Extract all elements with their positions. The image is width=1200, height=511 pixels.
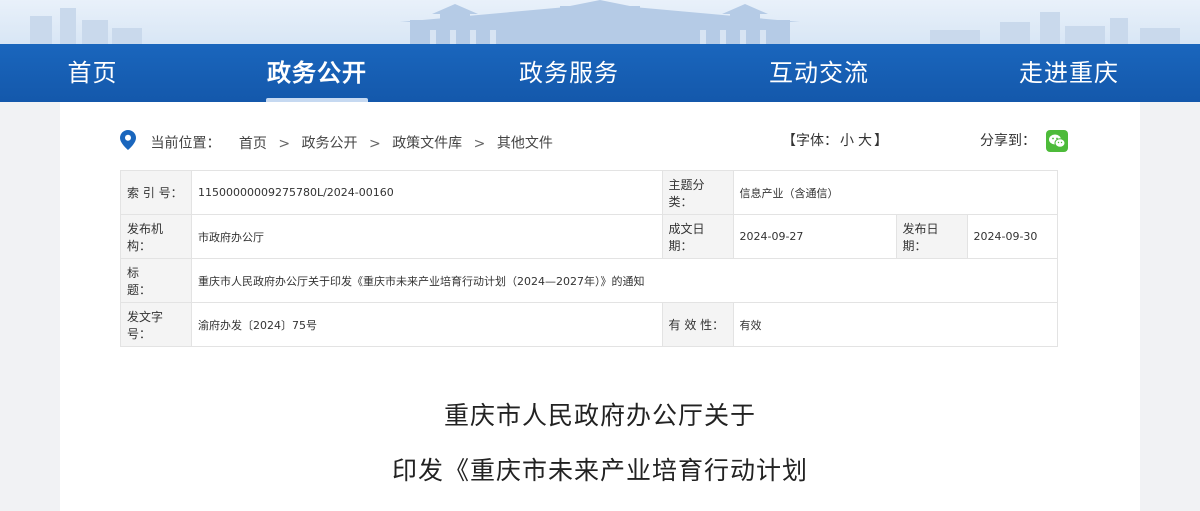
breadcrumb-separator: >: [369, 135, 381, 152]
font-size-large-button[interactable]: 大: [858, 133, 872, 149]
validity-label: 有 效 性：: [661, 302, 734, 347]
breadcrumb-label: 当前位置：: [150, 135, 221, 152]
validity-value: 有效: [732, 302, 1058, 347]
wechat-icon[interactable]: [1046, 130, 1069, 152]
breadcrumb: 当前位置： 首页 > 政务公开 > 政策文件库 > 其他文件: [120, 130, 553, 152]
title-label: 标 题：: [120, 258, 192, 303]
nav-item-about-chongqing[interactable]: 走进重庆: [1005, 44, 1133, 102]
table-row: 索 引 号： 11500000009275780L/2024-00160 主题分…: [120, 170, 1058, 215]
index-number-value: 11500000009275780L/2024-00160: [191, 170, 663, 215]
nav-item-interaction[interactable]: 互动交流: [755, 44, 883, 102]
written-date-value: 2024-09-27: [732, 214, 897, 259]
share-section: 分享到：: [980, 130, 1069, 152]
location-pin-icon: [120, 130, 136, 157]
nav-item-government-services[interactable]: 政务服务: [505, 44, 633, 102]
document-title-line-2: 印发《重庆市未来产业培育行动计划: [391, 456, 808, 485]
topic-value: 信息产业（含通信）: [732, 170, 1058, 215]
breadcrumb-home[interactable]: 首页: [239, 136, 267, 152]
nav-item-government-affairs[interactable]: 政务公开: [258, 44, 376, 102]
document-number-label: 发文字号：: [120, 302, 192, 347]
issuer-label: 发布机构：: [120, 214, 192, 259]
document-info-table: 索 引 号： 11500000009275780L/2024-00160 主题分…: [120, 170, 1058, 347]
breadcrumb-government-affairs[interactable]: 政务公开: [302, 136, 358, 152]
font-size-small-button[interactable]: 小: [840, 133, 854, 149]
share-label: 分享到：: [980, 133, 1036, 149]
document-number-value: 渝府办发〔2024〕75号: [191, 302, 663, 347]
breadcrumb-separator: >: [278, 135, 291, 152]
table-row: 发文字号： 渝府办发〔2024〕75号 有 效 性： 有效: [120, 302, 1058, 347]
written-date-label: 成文日期：: [661, 214, 734, 259]
content-card: 当前位置： 首页 > 政务公开 > 政策文件库 > 其他文件 【字体：小大】 分…: [60, 102, 1140, 511]
table-row: 发布机构： 市政府办公厅 成文日期： 2024-09-27 发布日期： 2024…: [120, 214, 1058, 259]
index-number-label: 索 引 号：: [120, 170, 192, 215]
breadcrumb-policy-library[interactable]: 政策文件库: [392, 136, 462, 152]
document-title-line-1: 重庆市人民政府办公厅关于: [443, 401, 756, 430]
header-banner: [0, 0, 1200, 44]
font-size-label: 【字体：: [782, 133, 838, 149]
table-row: 标 题： 重庆市人民政府办公厅关于印发《重庆市未来产业培育行动计划（2024—2…: [120, 258, 1058, 303]
breadcrumb-separator: >: [473, 135, 486, 152]
title-value: 重庆市人民政府办公厅关于印发《重庆市未来产业培育行动计划（2024—2027年）…: [191, 258, 1058, 303]
font-size-bracket: 】: [874, 133, 888, 149]
nav-item-home[interactable]: 首页: [35, 44, 150, 102]
city-skyline-illustration: [30, 0, 1180, 44]
issuer-value: 市政府办公厅: [191, 214, 663, 259]
breadcrumb-other-documents[interactable]: 其他文件: [497, 136, 553, 152]
topic-label: 主题分类：: [661, 170, 734, 215]
published-date-value: 2024-09-30: [966, 214, 1058, 259]
main-navigation: 首页 政务公开 政务服务 互动交流 走进重庆: [0, 44, 1200, 102]
published-date-label: 发布日期：: [895, 214, 968, 259]
font-size-control: 【字体：小大】: [782, 130, 888, 152]
